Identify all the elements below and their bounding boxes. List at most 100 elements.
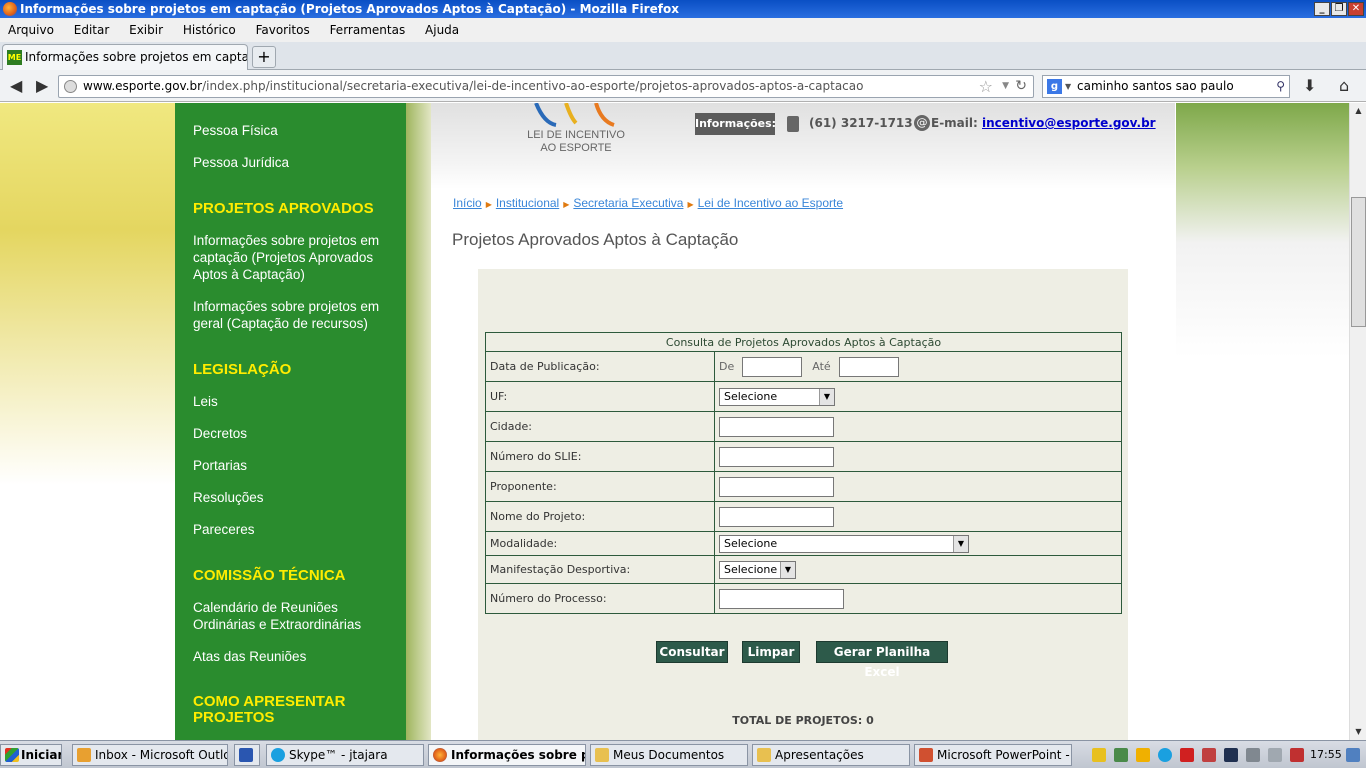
site-favicon: ME xyxy=(7,50,22,65)
folder-icon xyxy=(757,748,771,762)
skype-tray-icon[interactable] xyxy=(1158,748,1172,762)
sidebar-item-leis[interactable]: Leis xyxy=(193,393,398,410)
search-icon[interactable]: ⚲ xyxy=(1276,76,1285,97)
tab-label: Informações sobre projetos em captação (… xyxy=(25,50,247,64)
breadcrumb-inicio[interactable]: Início xyxy=(453,196,482,210)
app-tray-icon[interactable] xyxy=(1202,748,1216,762)
taskbar-label: Skype™ - jtajara xyxy=(289,748,388,762)
forward-icon[interactable]: ▶ xyxy=(36,76,48,96)
sidebar-item-calendario[interactable]: Calendário de Reuniões Ordinárias e Extr… xyxy=(193,599,398,633)
date-to-input[interactable] xyxy=(838,356,899,377)
restore-button[interactable]: ❐ xyxy=(1331,2,1347,16)
info-label: Informações: xyxy=(695,113,776,135)
search-form-table: Consulta de Projetos Aprovados Aptos à C… xyxy=(485,332,1122,614)
globe-icon xyxy=(64,80,77,93)
menu-favoritos[interactable]: Favoritos xyxy=(256,23,310,37)
search-value: caminho santos sao paulo xyxy=(1077,79,1234,93)
breadcrumb-arrow-icon: ▶ xyxy=(563,200,570,209)
close-window-button[interactable]: ✕ xyxy=(1348,2,1364,16)
notification-icon[interactable] xyxy=(1136,748,1150,762)
windows-logo-icon xyxy=(5,748,19,762)
minimize-button[interactable]: _ xyxy=(1314,2,1330,16)
proponente-input[interactable] xyxy=(719,476,834,497)
menu-editar[interactable]: Editar xyxy=(74,23,110,37)
scroll-up-icon[interactable]: ▲ xyxy=(1351,103,1366,119)
taskbar-item-outlook[interactable]: Inbox - Microsoft Outlook xyxy=(72,744,228,766)
home-icon[interactable]: ⌂ xyxy=(1339,76,1349,96)
show-desktop-icon[interactable] xyxy=(1346,748,1360,762)
menu-historico[interactable]: Histórico xyxy=(183,23,236,37)
cidade-input[interactable] xyxy=(719,416,834,437)
menu-exibir[interactable]: Exibir xyxy=(129,23,163,37)
url-bar[interactable]: www.esporte.gov.br/index.php/institucion… xyxy=(58,75,1034,98)
menu-ferramentas[interactable]: Ferramentas xyxy=(330,23,406,37)
volume-icon[interactable] xyxy=(1268,748,1282,762)
network-icon[interactable] xyxy=(1114,748,1128,762)
scrollbar-thumb[interactable] xyxy=(1351,197,1366,327)
taskbar-item-word[interactable] xyxy=(234,744,260,766)
taskbar-label: Meus Documentos xyxy=(613,748,725,762)
back-icon[interactable]: ◀ xyxy=(10,76,22,96)
bookmark-star-icon[interactable]: ☆ xyxy=(979,76,993,97)
field-data-publicacao: De Até xyxy=(714,351,1122,382)
page-viewport: Pessoa Física Pessoa Jurídica PROJETOS A… xyxy=(0,103,1349,740)
firefox-icon xyxy=(3,2,17,16)
alert-icon[interactable] xyxy=(1290,748,1304,762)
nome-projeto-input[interactable] xyxy=(719,506,834,527)
search-engine-dropdown-icon[interactable]: ▼ xyxy=(1065,76,1071,97)
content-border xyxy=(406,103,431,740)
site-header: LEI DE INCENTIVO AO ESPORTE Informações:… xyxy=(431,103,1175,189)
gerar-excel-button[interactable]: Gerar Planilha Excel xyxy=(816,641,948,679)
taskbar-item-meus-documentos[interactable]: Meus Documentos xyxy=(590,744,748,766)
date-from-input[interactable] xyxy=(742,356,803,377)
shield-icon[interactable] xyxy=(1092,748,1106,762)
menu-bar: Arquivo Editar Exibir Histórico Favorito… xyxy=(0,18,1366,42)
lei-incentivo-logo: LEI DE INCENTIVO AO ESPORTE xyxy=(526,103,626,163)
taskbar-item-skype[interactable]: Skype™ - jtajara xyxy=(266,744,424,766)
email-link[interactable]: incentivo@esporte.gov.br xyxy=(982,116,1156,130)
breadcrumb-secretaria[interactable]: Secretaria Executiva xyxy=(573,196,683,210)
uf-select[interactable]: Selecione ▼ xyxy=(719,387,835,406)
menu-arquivo[interactable]: Arquivo xyxy=(8,23,54,37)
sidebar-item-projetos-geral[interactable]: Informações sobre projetos em geral (Cap… xyxy=(193,298,398,332)
consultar-button[interactable]: Consultar xyxy=(656,641,728,663)
start-button[interactable]: Iniciar xyxy=(0,744,62,766)
reload-icon[interactable]: ↻ xyxy=(1015,76,1027,97)
sidebar-item-pessoa-juridica[interactable]: Pessoa Jurídica xyxy=(193,154,398,171)
firefox-icon xyxy=(433,748,447,762)
taskbar-item-firefox[interactable]: Informações sobre pr... xyxy=(428,744,586,766)
sidebar-item-resolucoes[interactable]: Resoluções xyxy=(193,489,398,506)
menu-ajuda[interactable]: Ajuda xyxy=(425,23,459,37)
main-content: LEI DE INCENTIVO AO ESPORTE Informações:… xyxy=(431,103,1175,740)
new-tab-button[interactable]: + xyxy=(252,46,276,68)
connection-icon[interactable] xyxy=(1246,748,1260,762)
sidebar-item-pareceres[interactable]: Pareceres xyxy=(193,521,398,538)
breadcrumb-institucional[interactable]: Institucional xyxy=(496,196,559,210)
taskbar-item-powerpoint[interactable]: Microsoft PowerPoint - [... xyxy=(914,744,1072,766)
tab-active[interactable]: ME Informações sobre projetos em captaçã… xyxy=(2,44,248,70)
sidebar-item-portarias[interactable]: Portarias xyxy=(193,457,398,474)
dropdown-icon[interactable]: ▼ xyxy=(1002,76,1009,97)
breadcrumb: Início ▶ Institucional ▶ Secretaria Executiv… xyxy=(453,196,843,210)
download-icon[interactable]: ⬇ xyxy=(1303,76,1316,96)
manifestacao-select[interactable]: Selecione ▼ xyxy=(719,560,796,579)
limpar-button[interactable]: Limpar xyxy=(742,641,800,663)
taskbar-label: Inbox - Microsoft Outlook xyxy=(95,748,227,762)
numero-processo-input[interactable] xyxy=(719,588,844,609)
sidebar-item-decretos[interactable]: Decretos xyxy=(193,425,398,442)
numero-slie-input[interactable] xyxy=(719,446,834,467)
pdf-icon[interactable] xyxy=(1180,748,1194,762)
breadcrumb-lei-incentivo[interactable]: Lei de Incentivo ao Esporte xyxy=(698,196,843,210)
sidebar-item-projetos-captacao[interactable]: Informações sobre projetos em captação (… xyxy=(193,232,398,283)
sidebar-item-pessoa-fisica[interactable]: Pessoa Física xyxy=(193,122,398,139)
uf-select-value: Selecione xyxy=(724,389,778,403)
url-path: /index.php/institucional/secretaria-exec… xyxy=(202,79,864,93)
taskbar-item-apresentacoes[interactable]: Apresentações xyxy=(752,744,910,766)
monitor-icon[interactable] xyxy=(1224,748,1238,762)
label-cidade: Cidade: xyxy=(485,411,715,442)
search-input[interactable]: g ▼ caminho santos sao paulo ⚲ xyxy=(1042,75,1290,98)
scroll-down-icon[interactable]: ▼ xyxy=(1351,724,1366,740)
vertical-scrollbar[interactable]: ▲ ▼ xyxy=(1349,103,1366,740)
modalidade-select[interactable]: Selecione ▼ xyxy=(719,534,969,553)
sidebar-item-atas[interactable]: Atas das Reuniões xyxy=(193,648,398,665)
